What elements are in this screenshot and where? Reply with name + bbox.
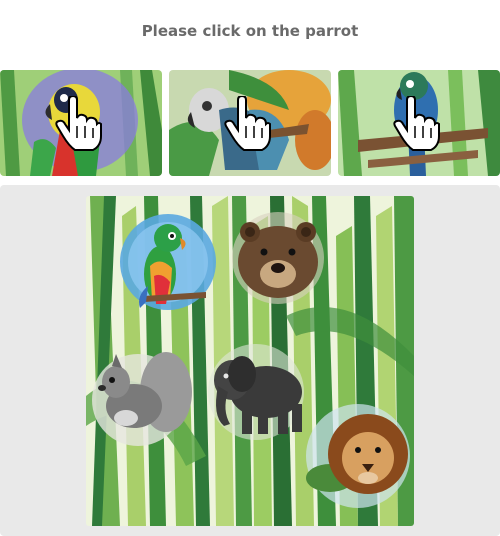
hand-pointer-icon	[393, 96, 440, 151]
hand-pointer-icon	[224, 96, 271, 151]
challenge-prompt: Please click on the parrot	[141, 22, 359, 40]
animal-lion[interactable]	[306, 404, 410, 508]
challenge-image[interactable]	[86, 196, 414, 526]
animal-bear[interactable]	[232, 212, 324, 304]
hand-pointer-icon	[55, 96, 102, 151]
challenge-canvas[interactable]	[86, 196, 414, 526]
challenge-area	[0, 185, 500, 536]
animal-parrot[interactable]	[120, 214, 216, 310]
animal-elephant[interactable]	[208, 344, 304, 440]
example-images	[0, 70, 500, 176]
